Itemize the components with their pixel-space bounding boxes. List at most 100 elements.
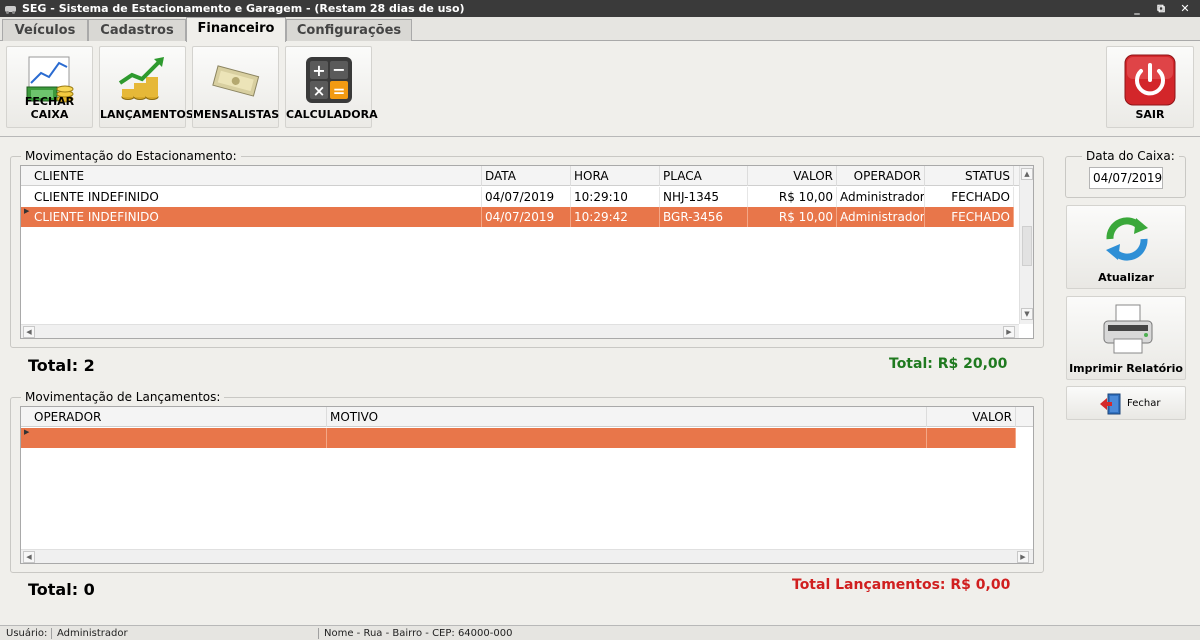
close-window-button[interactable]: ✕ — [1178, 0, 1192, 17]
cell-valor — [927, 428, 1016, 448]
atualizar-button[interactable]: Atualizar — [1066, 205, 1186, 289]
estacionamento-grid[interactable]: CLIENTE DATA HORA PLACA VALOR OPERADOR S… — [20, 165, 1034, 339]
col-valor[interactable]: VALOR — [748, 166, 837, 186]
col-hora[interactable]: HORA — [571, 166, 660, 186]
status-bar: Usuário: Administrador Nome - Rua - Bair… — [0, 625, 1200, 640]
svg-text:+: + — [312, 61, 325, 80]
minimize-button[interactable]: _ — [1130, 0, 1144, 17]
svg-text:−: − — [332, 60, 345, 79]
scroll-down-icon[interactable]: ▼ — [1021, 308, 1033, 320]
lancamentos-button[interactable]: LANÇAMENTOS — [99, 46, 194, 128]
col-status[interactable]: STATUS — [925, 166, 1014, 186]
lancamentos-group: Movimentação de Lançamentos: OPERADOR MO… — [10, 390, 1044, 573]
mensalistas-button[interactable]: MENSALISTAS — [192, 46, 279, 128]
title-bar: SEG - Sistema de Estacionamento e Garage… — [0, 0, 1200, 17]
scroll-left-icon[interactable]: ◀ — [23, 551, 35, 563]
row-indicator-icon: ▶ — [24, 428, 30, 436]
cell-operador: Administrador — [837, 207, 925, 227]
lancamentos-hscroll[interactable]: ◀ ▶ — [21, 549, 1033, 563]
estacionamento-group: Movimentação do Estacionamento: CLIENTE … — [10, 149, 1044, 348]
app-icon — [5, 6, 16, 14]
scroll-thumb[interactable] — [1022, 226, 1032, 266]
restore-button[interactable]: ⧉ — [1154, 0, 1168, 17]
estacionamento-hscroll[interactable]: ◀ ▶ — [21, 324, 1019, 338]
financeiro-toolbar: FECHAR CAIXA LANÇAMENTOS MENSALISTAS + −… — [0, 41, 1200, 137]
usuario-label: Usuário: — [6, 628, 48, 639]
table-row-selected[interactable]: ▶ CLIENTE INDEFINIDO 04/07/2019 10:29:42… — [21, 207, 1014, 227]
cell-data: 04/07/2019 — [482, 207, 571, 227]
scroll-left-icon[interactable]: ◀ — [23, 326, 35, 338]
tab-veiculos[interactable]: Veículos — [2, 19, 88, 41]
data-caixa-group: Data do Caixa: 04/07/2019 — [1065, 149, 1186, 198]
fechar-label: Fechar — [1127, 398, 1161, 409]
refresh-icon — [1106, 217, 1148, 261]
data-caixa-field[interactable]: 04/07/2019 — [1089, 167, 1163, 189]
lancamentos-group-title: Movimentação de Lançamentos: — [21, 390, 225, 404]
svg-text:=: = — [332, 82, 345, 100]
col-valor[interactable]: VALOR — [927, 407, 1016, 427]
scroll-right-icon[interactable]: ▶ — [1003, 326, 1015, 338]
lancamentos-total-count: Total: 0 — [28, 580, 95, 599]
lancamentos-label: LANÇAMENTOS — [100, 108, 194, 121]
usuario-value: Administrador — [57, 628, 128, 639]
cell-status: FECHADO — [925, 207, 1014, 227]
lancamentos-grid-header: OPERADOR MOTIVO VALOR — [21, 407, 1033, 427]
cell-status: FECHADO — [925, 187, 1014, 207]
cell-operador: Administrador — [837, 187, 925, 207]
cell-placa: BGR-3456 — [660, 207, 748, 227]
cell-valor: R$ 10,00 — [748, 187, 837, 207]
col-motivo[interactable]: MOTIVO — [327, 407, 927, 427]
col-data[interactable]: DATA — [482, 166, 571, 186]
sair-button[interactable]: SAIR — [1106, 46, 1194, 128]
estacionamento-vscroll[interactable]: ▲ ▼ — [1019, 166, 1033, 324]
scroll-right-icon[interactable]: ▶ — [1017, 551, 1029, 563]
fechar-caixa-label: FECHAR CAIXA — [24, 95, 75, 121]
main-tabs: Veículos Cadastros Financeiro Configuraç… — [0, 17, 1200, 42]
cell-hora: 10:29:42 — [571, 207, 660, 227]
lancamentos-total-value: Total Lançamentos: R$ 0,00 — [792, 577, 1011, 593]
lancamentos-grid[interactable]: OPERADOR MOTIVO VALOR ▶ ◀ ▶ — [20, 406, 1034, 564]
tab-configuracoes[interactable]: Configurações — [286, 19, 412, 41]
col-cliente[interactable]: CLIENTE — [31, 166, 482, 186]
cell-cliente: CLIENTE INDEFINIDO — [31, 207, 482, 227]
power-icon — [1124, 54, 1176, 106]
cell-data: 04/07/2019 — [482, 187, 571, 207]
estacionamento-total-value: Total: R$ 20,00 — [889, 356, 1008, 372]
row-indicator-icon: ▶ — [24, 207, 30, 215]
growth-coins-icon — [118, 57, 164, 100]
cell-motivo — [327, 428, 927, 448]
estacionamento-total-count: Total: 2 — [28, 356, 95, 375]
atualizar-label: Atualizar — [1098, 271, 1154, 284]
tab-financeiro[interactable]: Financeiro — [186, 17, 286, 42]
cash-bills-icon — [211, 65, 259, 97]
sair-label: SAIR — [1135, 108, 1165, 121]
calculadora-label: CALCULADORA — [286, 108, 378, 121]
cell-placa: NHJ-1345 — [660, 187, 748, 207]
mensalistas-label: MENSALISTAS — [193, 108, 280, 121]
imprimir-relatorio-button[interactable]: Imprimir Relatório — [1066, 296, 1186, 380]
data-caixa-label: Data do Caixa: — [1082, 149, 1179, 163]
printer-icon — [1103, 304, 1153, 354]
tab-cadastros[interactable]: Cadastros — [88, 19, 186, 41]
calculadora-button[interactable]: + − × = CALCULADORA — [285, 46, 378, 128]
address-text: Nome - Rua - Bairro - CEP: 64000-000 — [324, 628, 513, 639]
estacionamento-grid-header: CLIENTE DATA HORA PLACA VALOR OPERADOR S… — [21, 166, 1021, 186]
imprimir-relatorio-label: Imprimir Relatório — [1069, 362, 1183, 375]
col-operador[interactable]: OPERADOR — [837, 166, 925, 186]
cell-valor: R$ 10,00 — [748, 207, 837, 227]
scroll-up-icon[interactable]: ▲ — [1021, 168, 1033, 180]
fechar-button[interactable]: Fechar — [1066, 386, 1186, 420]
col-placa[interactable]: PLACA — [660, 166, 748, 186]
exit-door-icon — [1100, 393, 1121, 415]
cell-hora: 10:29:10 — [571, 187, 660, 207]
cell-cliente: CLIENTE INDEFINIDO — [31, 187, 482, 207]
svg-text:×: × — [312, 82, 325, 100]
cell-operador — [31, 428, 327, 448]
window-title: SEG - Sistema de Estacionamento e Garage… — [22, 2, 465, 15]
calculator-icon: + − × = — [305, 57, 352, 103]
table-row[interactable]: CLIENTE INDEFINIDO 04/07/2019 10:29:10 N… — [21, 187, 1014, 207]
estacionamento-group-title: Movimentação do Estacionamento: — [21, 149, 241, 163]
col-operador[interactable]: OPERADOR — [31, 407, 327, 427]
fechar-caixa-button[interactable]: FECHAR CAIXA — [6, 46, 93, 128]
table-row-selected[interactable]: ▶ — [21, 428, 1016, 448]
